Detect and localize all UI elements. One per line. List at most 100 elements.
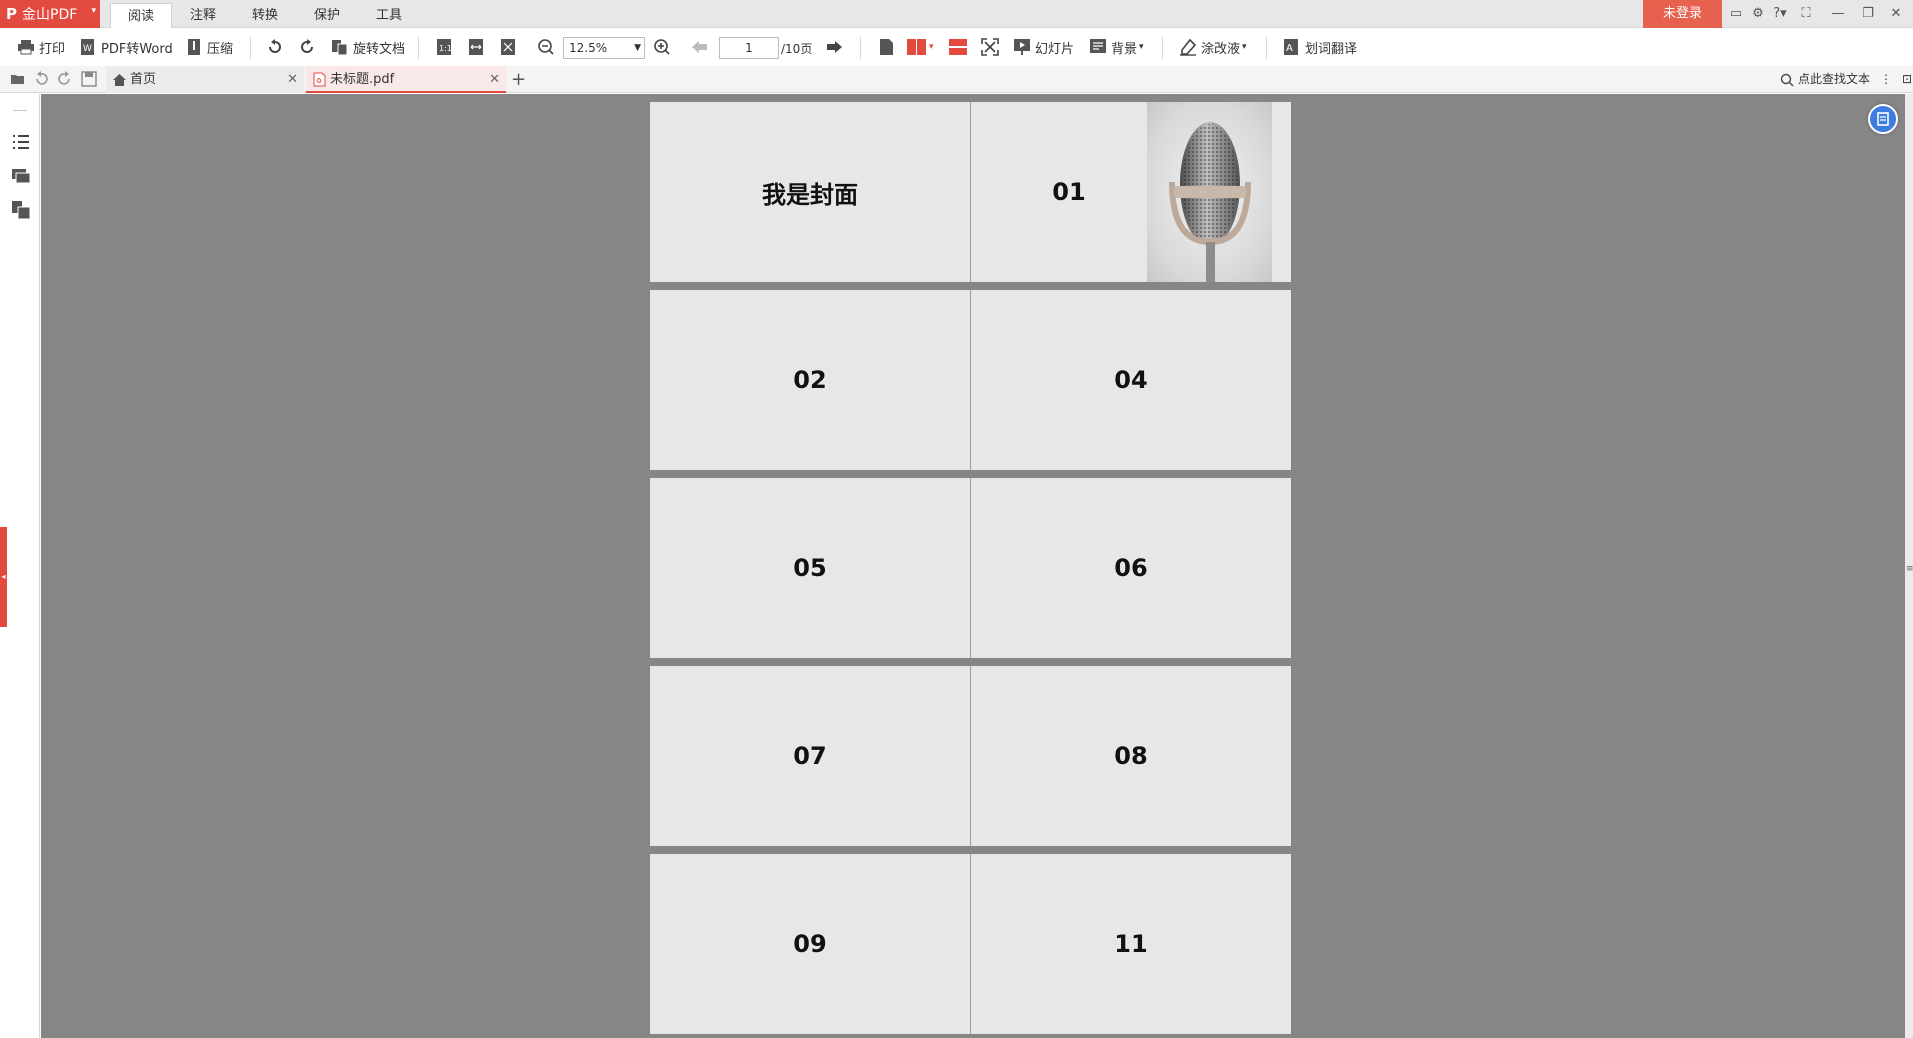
zoom-select[interactable]: 12.5% ▼ — [563, 37, 645, 59]
redo-icon[interactable] — [57, 71, 73, 87]
page-04[interactable]: 04 — [970, 290, 1291, 470]
tab-document[interactable]: 未标题.pdf ✕ — [306, 66, 506, 93]
tab-convert[interactable]: 转换 — [234, 3, 296, 28]
zoom-out-button[interactable] — [536, 36, 559, 58]
rotate-right-button[interactable] — [297, 36, 320, 58]
background-button[interactable]: 背景 ▾ — [1088, 36, 1144, 58]
page-01[interactable]: 01 — [970, 102, 1291, 282]
page-label: 01 — [1052, 178, 1086, 206]
next-page-icon — [824, 37, 844, 57]
page-row: 05 06 — [650, 478, 1291, 658]
page-07[interactable]: 07 — [650, 666, 970, 846]
eraser-icon — [1178, 37, 1198, 57]
sidebar-toggle[interactable]: ◂ — [0, 527, 7, 627]
thumbnail-icon[interactable] — [11, 200, 31, 220]
tab-protect[interactable]: 保护 — [296, 3, 358, 28]
find-text-button[interactable]: 点此查找文本 ⋮ ⊡ — [1780, 66, 1912, 93]
fullscreen-button[interactable] — [980, 36, 1003, 58]
app-logo[interactable]: P 金山PDF ▾ — [0, 0, 100, 28]
find-text-label: 点此查找文本 — [1798, 72, 1871, 86]
page-label: 04 — [1114, 366, 1148, 394]
minimize-icon[interactable]: — — [1828, 3, 1848, 25]
chevron-down-icon[interactable]: ▼ — [634, 38, 641, 58]
tab-tools[interactable]: 工具 — [358, 3, 420, 28]
page-cover[interactable]: 我是封面 — [650, 102, 970, 282]
page-02[interactable]: 02 — [650, 290, 970, 470]
grip-icon[interactable]: ≡ — [1906, 564, 1913, 574]
pdf-to-word-button[interactable]: W PDF转Word — [78, 36, 173, 58]
chevron-down-icon[interactable]: ▾ — [929, 42, 934, 52]
drag-bar-icon — [13, 110, 27, 111]
page-11[interactable]: 11 — [970, 854, 1291, 1034]
close-icon[interactable]: ✕ — [287, 66, 298, 93]
rotate-document-button[interactable]: 旋转文档 — [330, 36, 405, 58]
document-viewport[interactable]: 我是封面 01 02 04 05 06 07 08 09 11 — [41, 94, 1913, 1038]
close-icon[interactable]: ✕ — [1886, 3, 1906, 25]
open-folder-icon[interactable] — [10, 71, 26, 87]
continuous-button[interactable] — [948, 36, 971, 58]
next-page-button[interactable] — [824, 36, 847, 58]
prev-page-button[interactable] — [690, 36, 713, 58]
comment-icon[interactable] — [11, 166, 31, 186]
translate-button[interactable]: A 划词翻译 — [1282, 36, 1357, 58]
slideshow-button[interactable]: 幻灯片 — [1012, 36, 1074, 58]
page-row: 09 11 — [650, 854, 1291, 1034]
chevron-down-icon[interactable]: ▾ — [1242, 42, 1247, 52]
compress-button[interactable]: 压缩 — [184, 36, 233, 58]
app-logo-label: 金山PDF — [22, 7, 78, 23]
continuous-icon — [948, 37, 968, 57]
svg-text:1:1: 1:1 — [439, 44, 452, 53]
word-icon: W — [78, 37, 98, 57]
close-icon[interactable]: ✕ — [489, 66, 500, 93]
page-05[interactable]: 05 — [650, 478, 970, 658]
pin-icon[interactable]: ⊡ — [1902, 66, 1912, 93]
tab-read[interactable]: 阅读 — [110, 3, 172, 28]
rotate-left-button[interactable] — [265, 36, 288, 58]
print-button[interactable]: 打印 — [16, 36, 65, 58]
double-page-icon — [906, 37, 926, 57]
page-number-input[interactable]: 1 — [719, 37, 779, 59]
double-page-button[interactable]: ▾ — [906, 36, 934, 58]
new-tab-button[interactable]: + — [511, 66, 526, 93]
login-button[interactable]: 未登录 — [1643, 0, 1722, 28]
undo-icon[interactable] — [33, 71, 49, 87]
tab-home[interactable]: 首页 ✕ — [106, 66, 304, 93]
page-row: 02 04 — [650, 290, 1291, 470]
prev-page-icon — [690, 37, 710, 57]
separator — [250, 37, 251, 59]
page-09[interactable]: 09 — [650, 854, 970, 1034]
page-06[interactable]: 06 — [970, 478, 1291, 658]
zoom-in-icon — [652, 37, 672, 57]
fit-page-button[interactable] — [498, 36, 521, 58]
page-08[interactable]: 08 — [970, 666, 1291, 846]
pdf-to-word-label: PDF转Word — [101, 41, 173, 57]
svg-text:W: W — [83, 44, 92, 54]
rotate-document-icon — [330, 37, 350, 57]
correction-button[interactable]: 涂改液 ▾ — [1178, 36, 1247, 58]
expand-icon[interactable]: ⛶ — [1796, 3, 1816, 25]
rotate-document-label: 旋转文档 — [353, 41, 406, 57]
page-row: 07 08 — [650, 666, 1291, 846]
page-total: /10页 — [781, 42, 813, 56]
floating-tool-button[interactable] — [1868, 104, 1898, 134]
translate-icon: A — [1282, 37, 1302, 57]
page-row: 我是封面 01 — [650, 102, 1291, 282]
fit-width-button[interactable] — [466, 36, 489, 58]
svg-text:A: A — [1286, 43, 1293, 54]
tab-annotate[interactable]: 注释 — [172, 3, 234, 28]
save-icon[interactable] — [81, 71, 97, 87]
feedback-icon[interactable]: ▭ — [1726, 3, 1746, 25]
zoom-in-button[interactable] — [652, 36, 675, 58]
restore-icon[interactable]: ❐ — [1858, 3, 1878, 25]
compress-label: 压缩 — [207, 41, 234, 57]
actual-size-button[interactable]: 1:1 — [434, 36, 457, 58]
chevron-down-icon[interactable]: ▾ — [1139, 42, 1144, 52]
outline-icon[interactable] — [11, 132, 31, 152]
right-panel-rail[interactable]: ≡ — [1905, 94, 1913, 1038]
page-label: 08 — [1114, 742, 1148, 770]
more-icon[interactable]: ⋮ — [1880, 66, 1892, 93]
chevron-down-icon[interactable]: ▾ — [91, 6, 96, 16]
help-icon[interactable]: ?▾ — [1770, 3, 1790, 25]
single-page-button[interactable] — [876, 36, 899, 58]
gear-icon[interactable]: ⚙ — [1748, 3, 1768, 25]
